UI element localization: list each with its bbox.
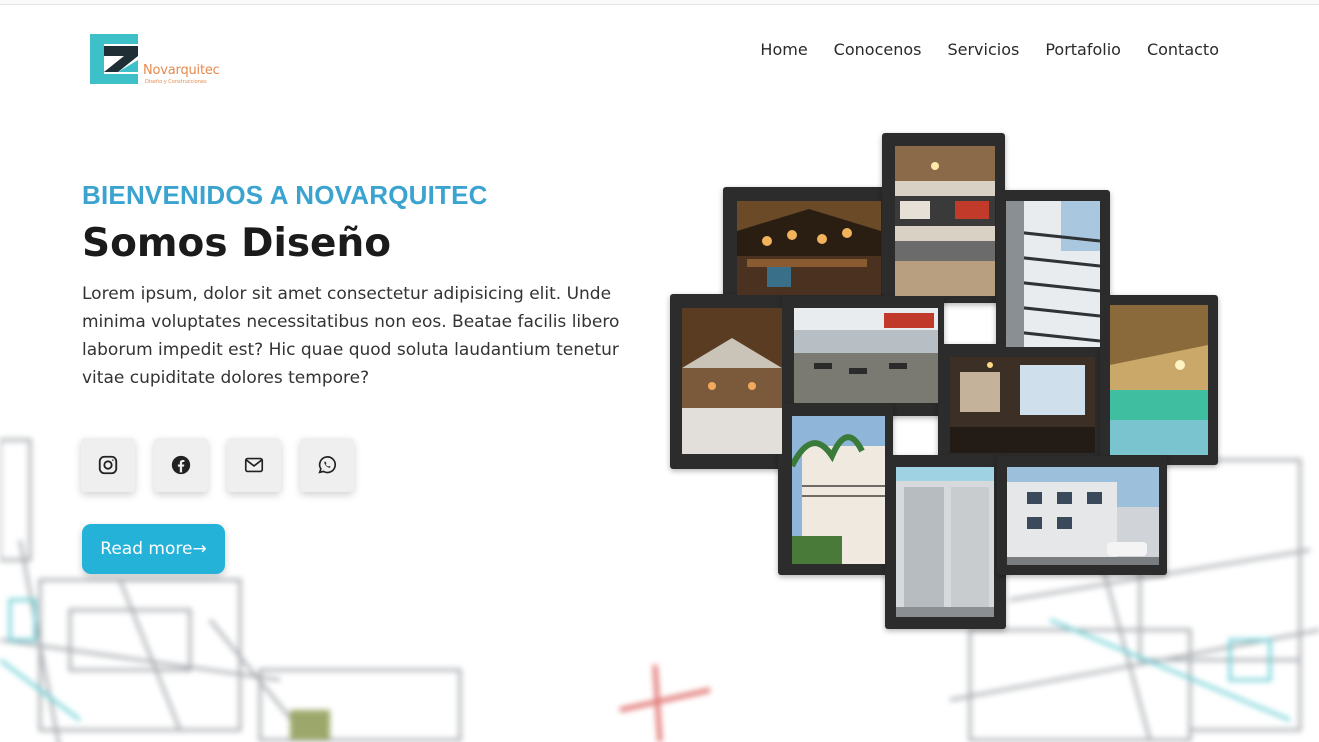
brand-logo[interactable]: Novarquitec Diseño y Construcciones (88, 32, 238, 94)
logo-mark-icon (90, 34, 138, 84)
instagram-icon (98, 455, 118, 475)
hero-eyebrow: BIENVENIDOS A NOVARQUITEC (82, 180, 488, 210)
facebook-button[interactable] (154, 438, 208, 492)
nav-contacto[interactable]: Contacto (1147, 40, 1219, 59)
social-links (81, 438, 354, 492)
hero-lead: Lorem ipsum, dolor sit amet consectetur … (82, 284, 620, 388)
nav-portafolio[interactable]: Portafolio (1045, 40, 1121, 59)
terrace-cafe-photo (794, 308, 938, 403)
bathroom-photo (896, 467, 994, 617)
logo-name: Novarquitec (143, 63, 220, 78)
main-nav: Home Conocenos Servicios Portafolio Cont… (760, 40, 1219, 59)
restaurant-interior-photo (737, 201, 881, 295)
whatsapp-button[interactable] (300, 438, 354, 492)
resort-lounge-photo (1110, 305, 1208, 455)
logo-tagline: Diseño y Construcciones (145, 79, 207, 85)
facebook-icon (171, 455, 191, 475)
email-button[interactable] (227, 438, 281, 492)
site-header: Novarquitec Diseño y Construcciones Home… (0, 6, 1319, 96)
thatched-patio-photo (682, 308, 782, 454)
dining-room-photo (950, 357, 1095, 453)
whatsapp-icon (318, 456, 337, 474)
building-exterior-photo (1007, 467, 1159, 565)
kitchen-bar-photo (895, 146, 995, 296)
colonial-facade-photo (792, 416, 885, 564)
nav-conocenos[interactable]: Conocenos (834, 40, 922, 59)
hero-section: BIENVENIDOS A NOVARQUITEC Somos Diseño L… (82, 180, 642, 392)
instagram-button[interactable] (81, 438, 135, 492)
mail-icon (244, 457, 264, 473)
top-rule (0, 0, 1319, 5)
project-collage (670, 133, 1222, 633)
nav-home[interactable]: Home (760, 40, 807, 59)
stair-atrium-photo (1006, 201, 1100, 347)
nav-servicios[interactable]: Servicios (947, 40, 1019, 59)
read-more-button[interactable]: Read more→ (82, 524, 225, 574)
hero-title: Somos Diseño (82, 221, 392, 266)
